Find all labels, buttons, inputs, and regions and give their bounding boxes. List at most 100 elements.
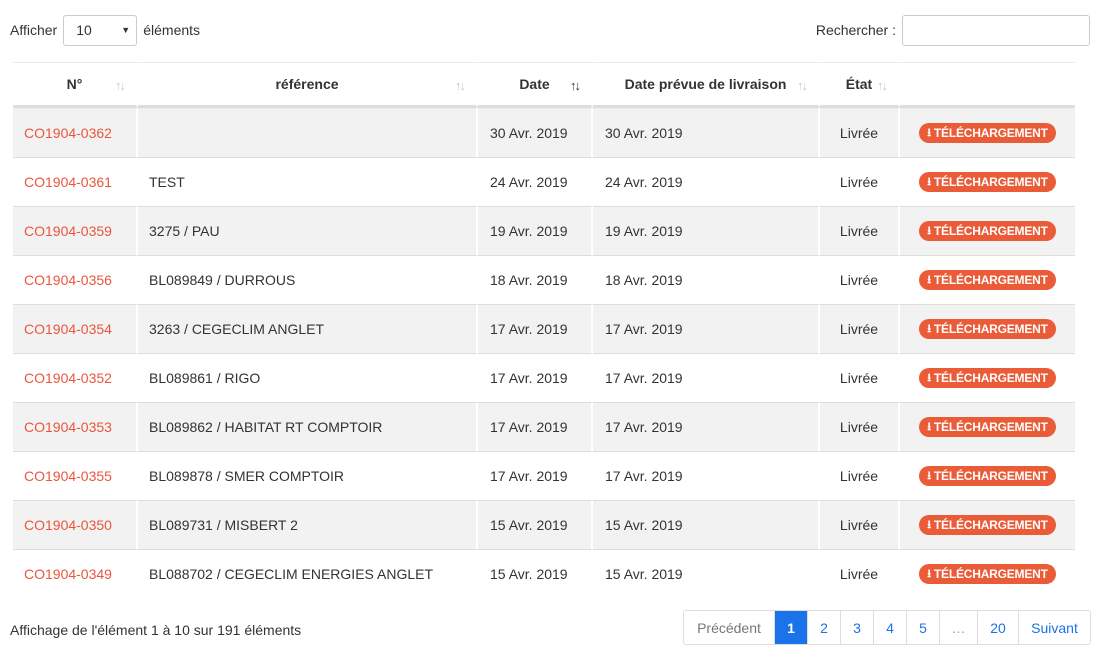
download-button[interactable]: ⭳ TÉLÉCHARGEMENT xyxy=(919,564,1056,585)
table-body: CO1904-0362 30 Avr. 2019 30 Avr. 2019 Livré… xyxy=(13,108,1075,598)
table-row: CO1904-0349 BL088702 / CEGECLIM ENERGIES … xyxy=(13,549,1075,598)
pagination-page-1[interactable]: 1 xyxy=(774,611,807,644)
order-state: Livrée xyxy=(820,353,900,402)
download-button[interactable]: ⭳ TÉLÉCHARGEMENT xyxy=(919,123,1056,144)
pagination-next[interactable]: Suivant xyxy=(1018,611,1090,644)
download-button[interactable]: ⭳ TÉLÉCHARGEMENT xyxy=(919,466,1056,487)
pagination-page-4[interactable]: 4 xyxy=(873,611,906,644)
order-date: 15 Avr. 2019 xyxy=(478,549,593,598)
pagination: Précédent 1 2 3 4 5 … 20 Suivant xyxy=(683,610,1091,645)
table-row: CO1904-0354 3263 / CEGECLIM ANGLET 17 Avr.… xyxy=(13,304,1075,353)
table-info: Affichage de l'élément 1 à 10 sur 191 él… xyxy=(10,622,302,638)
length-label-after: éléments xyxy=(143,22,201,38)
pagination-page-5[interactable]: 5 xyxy=(906,611,939,644)
order-reference: 3275 / PAU xyxy=(138,206,478,255)
column-header-reference[interactable]: référence ↑↓ xyxy=(138,62,478,108)
table-row: CO1904-0356 BL089849 / DURROUS 18 Avr. 201… xyxy=(13,255,1075,304)
download-button[interactable]: ⭳ TÉLÉCHARGEMENT xyxy=(919,270,1056,291)
download-button-label: TÉLÉCHARGEMENT xyxy=(933,371,1048,386)
length-label-before: Afficher xyxy=(10,22,58,38)
order-state: Livrée xyxy=(820,255,900,304)
table-row: CO1904-0362 30 Avr. 2019 30 Avr. 2019 Livré… xyxy=(13,108,1075,157)
order-number-link[interactable]: CO1904-0361 xyxy=(13,157,138,206)
order-date: 17 Avr. 2019 xyxy=(478,304,593,353)
pagination-page-20[interactable]: 20 xyxy=(977,611,1018,644)
order-reference: 3263 / CEGECLIM ANGLET xyxy=(138,304,478,353)
action-cell: ⭳ TÉLÉCHARGEMENT xyxy=(900,353,1075,402)
action-cell: ⭳ TÉLÉCHARGEMENT xyxy=(900,255,1075,304)
column-header-delivery-date[interactable]: Date prévue de livraison ↑↓ xyxy=(593,62,820,108)
action-cell: ⭳ TÉLÉCHARGEMENT xyxy=(900,402,1075,451)
pagination-ellipsis: … xyxy=(939,611,977,644)
download-button-label: TÉLÉCHARGEMENT xyxy=(933,224,1048,239)
order-number-link[interactable]: CO1904-0356 xyxy=(13,255,138,304)
download-icon: ⭳ xyxy=(927,469,931,482)
order-number-link[interactable]: CO1904-0354 xyxy=(13,304,138,353)
action-cell: ⭳ TÉLÉCHARGEMENT xyxy=(900,157,1075,206)
download-icon: ⭳ xyxy=(927,175,931,188)
table-row: CO1904-0355 BL089878 / SMER COMPTOIR 17 Av… xyxy=(13,451,1075,500)
table-row: CO1904-0353 BL089862 / HABITAT RT COMPTOI… xyxy=(13,402,1075,451)
order-number-link[interactable]: CO1904-0353 xyxy=(13,402,138,451)
download-button[interactable]: ⭳ TÉLÉCHARGEMENT xyxy=(919,172,1056,193)
order-date: 24 Avr. 2019 xyxy=(478,157,593,206)
order-state: Livrée xyxy=(820,500,900,549)
search-input[interactable] xyxy=(902,14,1090,46)
delivery-date: 24 Avr. 2019 xyxy=(593,157,820,206)
order-date: 17 Avr. 2019 xyxy=(478,451,593,500)
download-icon: ⭳ xyxy=(927,420,931,433)
order-date: 18 Avr. 2019 xyxy=(478,255,593,304)
order-state: Livrée xyxy=(820,549,900,598)
order-state: Livrée xyxy=(820,304,900,353)
order-state: Livrée xyxy=(820,157,900,206)
download-button-label: TÉLÉCHARGEMENT xyxy=(933,126,1048,141)
download-icon: ⭳ xyxy=(927,567,931,580)
order-date: 19 Avr. 2019 xyxy=(478,206,593,255)
column-header-state[interactable]: État ↑↓ xyxy=(820,62,900,108)
download-button[interactable]: ⭳ TÉLÉCHARGEMENT xyxy=(919,221,1056,242)
order-state: Livrée xyxy=(820,451,900,500)
action-cell: ⭳ TÉLÉCHARGEMENT xyxy=(900,206,1075,255)
order-number-link[interactable]: CO1904-0362 xyxy=(13,108,138,157)
sort-icon: ↑↓ xyxy=(877,78,888,93)
action-cell: ⭳ TÉLÉCHARGEMENT xyxy=(900,304,1075,353)
pagination-page-2[interactable]: 2 xyxy=(807,611,840,644)
order-reference: BL089849 / DURROUS xyxy=(138,255,478,304)
order-reference: BL089878 / SMER COMPTOIR xyxy=(138,451,478,500)
order-number-link[interactable]: CO1904-0355 xyxy=(13,451,138,500)
order-number-link[interactable]: CO1904-0352 xyxy=(13,353,138,402)
order-date: 17 Avr. 2019 xyxy=(478,402,593,451)
orders-table: N° ↑↓ référence ↑↓ Date ↑↓ Date prévue de l… xyxy=(13,62,1075,598)
order-reference xyxy=(138,108,478,157)
download-button-label: TÉLÉCHARGEMENT xyxy=(933,518,1048,533)
table-row: CO1904-0350 BL089731 / MISBERT 2 15 Avr. 2… xyxy=(13,500,1075,549)
column-header-date[interactable]: Date ↑↓ xyxy=(478,62,593,108)
download-button[interactable]: ⭳ TÉLÉCHARGEMENT xyxy=(919,417,1056,438)
pagination-page-3[interactable]: 3 xyxy=(840,611,873,644)
download-button[interactable]: ⭳ TÉLÉCHARGEMENT xyxy=(919,515,1056,536)
order-number-link[interactable]: CO1904-0359 xyxy=(13,206,138,255)
download-button-label: TÉLÉCHARGEMENT xyxy=(933,175,1048,190)
pagination-previous[interactable]: Précédent xyxy=(684,611,774,644)
action-cell: ⭳ TÉLÉCHARGEMENT xyxy=(900,108,1075,157)
download-button[interactable]: ⭳ TÉLÉCHARGEMENT xyxy=(919,368,1056,389)
page-length-select[interactable]: 10 ▼ xyxy=(63,14,138,46)
download-icon: ⭳ xyxy=(927,322,931,335)
table-row: CO1904-0352 BL089861 / RIGO 17 Avr. 2019 17… xyxy=(13,353,1075,402)
delivery-date: 17 Avr. 2019 xyxy=(593,304,820,353)
download-icon: ⭳ xyxy=(927,273,931,286)
order-number-link[interactable]: CO1904-0349 xyxy=(13,549,138,598)
order-number-link[interactable]: CO1904-0350 xyxy=(13,500,138,549)
sort-icon: ↑↓ xyxy=(455,78,466,93)
download-button[interactable]: ⭳ TÉLÉCHARGEMENT xyxy=(919,319,1056,340)
delivery-date: 19 Avr. 2019 xyxy=(593,206,820,255)
table-row: CO1904-0361 TEST 24 Avr. 2019 24 Avr. 2019 L… xyxy=(13,157,1075,206)
column-header-num[interactable]: N° ↑↓ xyxy=(13,62,138,108)
caret-down-icon: ▼ xyxy=(121,25,131,35)
delivery-date: 18 Avr. 2019 xyxy=(593,255,820,304)
order-date: 17 Avr. 2019 xyxy=(478,353,593,402)
order-date: 15 Avr. 2019 xyxy=(478,500,593,549)
delivery-date: 30 Avr. 2019 xyxy=(593,108,820,157)
delivery-date: 17 Avr. 2019 xyxy=(593,451,820,500)
table-row: CO1904-0359 3275 / PAU 19 Avr. 2019 19 Avr.… xyxy=(13,206,1075,255)
